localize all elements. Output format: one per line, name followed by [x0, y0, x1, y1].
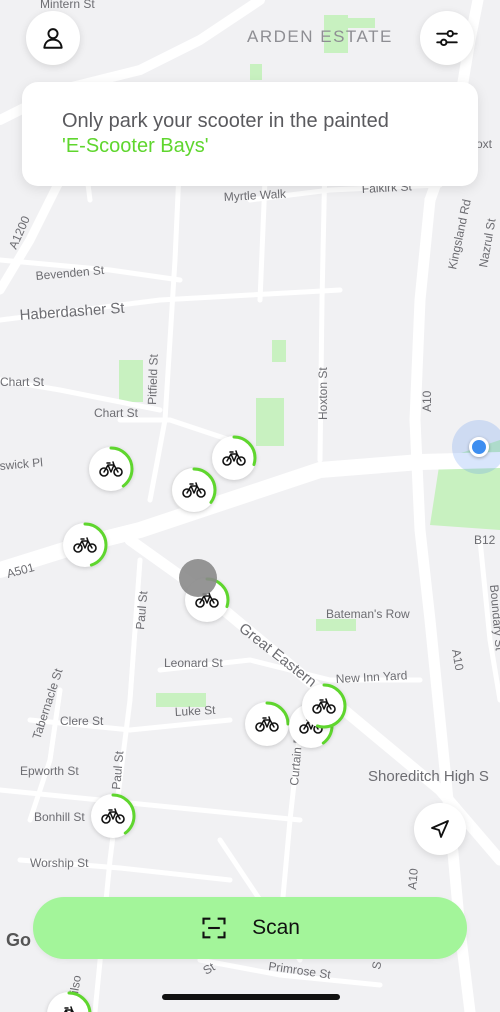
vehicle-marker[interactable]: [244, 701, 290, 747]
street-label-mintern: Mintern St: [40, 0, 95, 11]
vehicle-marker[interactable]: [46, 991, 92, 1012]
home-indicator[interactable]: [162, 994, 340, 1000]
scan-frame-icon: [202, 917, 226, 939]
vehicle-marker[interactable]: [88, 446, 134, 492]
vehicle-marker[interactable]: [211, 435, 257, 481]
parking-notice: Only park your scooter in the painted 'E…: [22, 82, 478, 186]
vehicle-cluster-marker[interactable]: [179, 559, 217, 597]
street-label-epworth: Epworth St: [20, 764, 79, 778]
vehicle-marker[interactable]: [62, 522, 108, 568]
street-label-bonhill: Bonhill St: [34, 810, 85, 824]
street-label-shoreditch: Shoreditch High S: [368, 768, 489, 785]
street-label-batemans: Bateman's Row: [326, 607, 410, 621]
recenter-button[interactable]: [414, 803, 466, 855]
vehicle-marker[interactable]: [301, 683, 347, 729]
street-label-a10-top: A10: [420, 390, 434, 412]
user-icon: [43, 28, 63, 49]
area-label: ARDEN ESTATE: [247, 27, 393, 46]
battery-ring: [46, 991, 92, 1012]
street-label-chart-2: Chart St: [94, 406, 139, 420]
scan-button[interactable]: Scan: [33, 897, 467, 959]
street-label-clere: Clere St: [60, 714, 104, 728]
street-label-hoxton: Hoxton St: [316, 367, 330, 420]
user-location-marker: [452, 420, 500, 474]
street-label-b12: B12: [474, 533, 496, 547]
notice-text: Only park your scooter in the painted: [62, 110, 389, 132]
vehicle-marker[interactable]: [90, 793, 136, 839]
battery-ring: [301, 683, 347, 729]
battery-ring: [244, 701, 290, 747]
navigation-arrow-icon: [431, 820, 449, 838]
sliders-icon: [436, 29, 458, 47]
filter-button[interactable]: [420, 11, 474, 65]
notice-highlight: 'E-Scooter Bays': [62, 135, 209, 157]
street-label-chart-1: Chart St: [0, 375, 45, 389]
street-label-pitfield: Pitfield St: [145, 353, 161, 405]
street-label-leonard: Leonard St: [164, 656, 223, 670]
street-label-worship: Worship St: [30, 856, 89, 870]
battery-ring: [88, 446, 134, 492]
street-label-a10-bottom: A10: [405, 867, 421, 890]
street-label-luke: Luke St: [174, 703, 216, 719]
battery-ring: [62, 522, 108, 568]
user-location-dot: [469, 437, 489, 457]
google-attribution: Go: [6, 930, 31, 950]
battery-ring: [90, 793, 136, 839]
battery-ring: [211, 435, 257, 481]
profile-button[interactable]: [26, 11, 80, 65]
street-label-oxt: oxt: [476, 137, 493, 151]
scan-label: Scan: [252, 916, 300, 939]
